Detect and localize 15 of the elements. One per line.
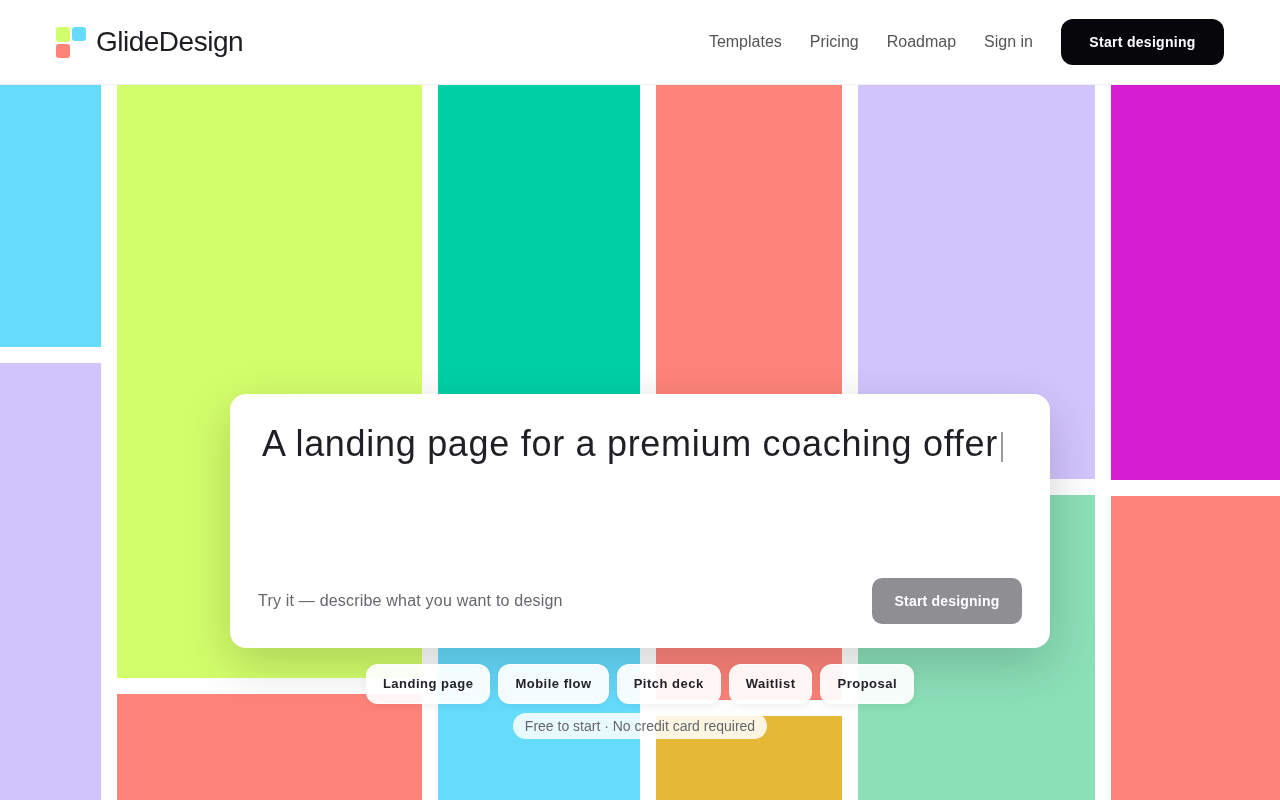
suggestion-chip[interactable]: Proposal xyxy=(820,664,915,704)
suggestion-chip[interactable]: Waitlist xyxy=(728,664,813,704)
nav-link[interactable]: Sign in xyxy=(984,30,1033,54)
hint-text: Try it — describe what you want to design xyxy=(258,591,563,611)
cta-button[interactable]: Start designing xyxy=(1061,19,1224,65)
suggestion-chip[interactable]: Mobile flow xyxy=(498,664,609,704)
suggestion-chip[interactable]: Landing page xyxy=(365,664,491,704)
nav-link[interactable]: Templates xyxy=(708,30,782,54)
nav-link[interactable]: Pricing xyxy=(809,30,859,54)
nav-link[interactable]: Roadmap xyxy=(886,30,957,54)
logo-icon xyxy=(56,26,86,58)
free-note: Free to start · No credit card required xyxy=(512,713,768,739)
prompt-input[interactable]: A landing page for a premium coaching offer xyxy=(258,418,1022,470)
brand-name: GlideDesign xyxy=(96,25,244,59)
suggestion-chip[interactable]: Pitch deck xyxy=(616,664,721,704)
